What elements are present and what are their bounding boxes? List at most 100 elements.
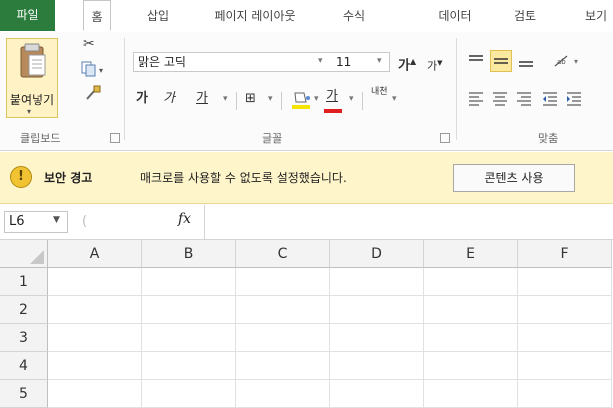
cell[interactable] xyxy=(424,324,518,352)
insert-function-button[interactable]: fx xyxy=(178,211,191,227)
tab-page-layout[interactable]: 페이지 레이아웃 xyxy=(200,0,310,32)
column-header[interactable]: D xyxy=(330,240,424,268)
format-painter-button[interactable] xyxy=(83,84,103,102)
cell[interactable] xyxy=(330,296,424,324)
align-right-button[interactable] xyxy=(514,90,534,108)
cell[interactable] xyxy=(236,324,330,352)
align-center-icon xyxy=(493,92,507,106)
row-header[interactable]: 2 xyxy=(0,296,48,324)
cell[interactable] xyxy=(424,352,518,380)
cell[interactable] xyxy=(142,324,236,352)
dialog-launcher-icon[interactable] xyxy=(110,133,120,143)
font-color-swatch xyxy=(324,109,342,113)
align-left-button[interactable] xyxy=(466,90,486,108)
cell[interactable] xyxy=(236,268,330,296)
column-header[interactable]: F xyxy=(518,240,612,268)
select-all-button[interactable] xyxy=(0,240,48,268)
cut-button[interactable]: ✂ xyxy=(83,36,103,54)
font-name-combo[interactable]: 맑은 고딕 xyxy=(133,52,333,72)
cell[interactable] xyxy=(518,324,612,352)
chevron-down-icon[interactable]: ▾ xyxy=(377,56,382,66)
tab-formulas[interactable]: 수식 xyxy=(337,0,371,32)
borders-button[interactable]: ⊞ xyxy=(245,90,256,108)
borders-icon: ⊞ xyxy=(245,91,256,106)
shrink-font-button[interactable]: 가▼ xyxy=(427,54,443,76)
enable-content-button[interactable]: 콘텐츠 사용 xyxy=(453,164,575,192)
divider xyxy=(236,92,237,110)
paintbrush-icon xyxy=(86,85,101,100)
cell[interactable] xyxy=(424,380,518,408)
cell[interactable] xyxy=(236,380,330,408)
chevron-down-icon[interactable]: ▾ xyxy=(223,94,228,104)
column-header[interactable]: C xyxy=(236,240,330,268)
chevron-down-icon[interactable]: ▾ xyxy=(268,94,273,104)
row-header[interactable]: 3 xyxy=(0,324,48,352)
cell[interactable] xyxy=(424,268,518,296)
chevron-down-icon[interactable]: ▾ xyxy=(318,56,323,66)
increase-indent-button[interactable] xyxy=(564,90,584,108)
cell[interactable] xyxy=(48,380,142,408)
cell[interactable] xyxy=(142,296,236,324)
orientation-button[interactable]: ab ▾ xyxy=(552,52,582,70)
cell[interactable] xyxy=(142,268,236,296)
name-box[interactable]: L6 ▼ xyxy=(4,211,68,233)
cell[interactable] xyxy=(48,268,142,296)
formula-bar-splitter-icon[interactable]: ( xyxy=(82,214,96,230)
cell[interactable] xyxy=(48,296,142,324)
worksheet-grid: ABCDEF 12345 xyxy=(0,240,613,408)
tab-review[interactable]: 검토 xyxy=(508,0,542,32)
phonetic-button[interactable]: 내천 xyxy=(371,88,389,97)
cell[interactable] xyxy=(518,296,612,324)
dialog-launcher-icon[interactable] xyxy=(440,133,450,143)
up-arrow-icon: ▲ xyxy=(409,57,417,66)
font-size-value: 11 xyxy=(336,55,352,69)
cell[interactable] xyxy=(330,324,424,352)
cell[interactable] xyxy=(518,268,612,296)
cell[interactable] xyxy=(330,268,424,296)
formula-input[interactable] xyxy=(206,211,606,233)
divider xyxy=(281,92,282,110)
cell[interactable] xyxy=(236,352,330,380)
tab-view[interactable]: 보기 xyxy=(585,0,613,32)
cell[interactable] xyxy=(48,324,142,352)
cell[interactable] xyxy=(48,352,142,380)
cell[interactable] xyxy=(424,296,518,324)
cell[interactable] xyxy=(236,296,330,324)
copy-button[interactable]: ▾ xyxy=(80,60,116,78)
column-header[interactable]: B xyxy=(142,240,236,268)
chevron-down-icon[interactable]: ▾ xyxy=(392,94,397,104)
paste-button[interactable]: 붙여넣기 ▾ xyxy=(6,38,58,118)
chevron-down-icon[interactable]: ▼ xyxy=(53,215,60,225)
align-center-button[interactable] xyxy=(490,90,510,108)
security-warning-title: 보안 경고 xyxy=(44,171,93,185)
italic-button[interactable]: 가 xyxy=(163,90,175,108)
grow-font-button[interactable]: 가▲ xyxy=(398,53,416,75)
chevron-down-icon[interactable]: ▾ xyxy=(349,94,354,104)
align-middle-button[interactable] xyxy=(490,50,512,72)
tab-insert[interactable]: 삽입 xyxy=(140,0,176,32)
cell[interactable] xyxy=(330,380,424,408)
decrease-indent-button[interactable] xyxy=(540,90,560,108)
align-top-button[interactable] xyxy=(466,52,486,70)
row-header[interactable]: 5 xyxy=(0,380,48,408)
row-header[interactable]: 1 xyxy=(0,268,48,296)
cell[interactable] xyxy=(142,352,236,380)
fill-color-button[interactable] xyxy=(290,88,312,112)
underline-button[interactable]: 가 xyxy=(196,90,208,108)
chevron-down-icon[interactable]: ▾ xyxy=(314,94,319,104)
ribbon-tab-bar: 파일 홈 삽입 페이지 레이아웃 수식 데이터 검토 보기 xyxy=(0,0,613,33)
tab-home[interactable]: 홈 xyxy=(83,0,111,31)
tab-file[interactable]: 파일 xyxy=(0,0,55,31)
row-header[interactable]: 4 xyxy=(0,352,48,380)
font-color-button[interactable]: 가 xyxy=(326,88,338,106)
cell[interactable] xyxy=(518,352,612,380)
bold-button[interactable]: 가 xyxy=(136,90,148,108)
grow-font-glyph: 가 xyxy=(398,58,410,74)
cell[interactable] xyxy=(330,352,424,380)
cell[interactable] xyxy=(518,380,612,408)
column-header[interactable]: A xyxy=(48,240,142,268)
cell[interactable] xyxy=(142,380,236,408)
align-bottom-button[interactable] xyxy=(516,52,536,70)
tab-data[interactable]: 데이터 xyxy=(430,0,480,32)
column-header[interactable]: E xyxy=(424,240,518,268)
